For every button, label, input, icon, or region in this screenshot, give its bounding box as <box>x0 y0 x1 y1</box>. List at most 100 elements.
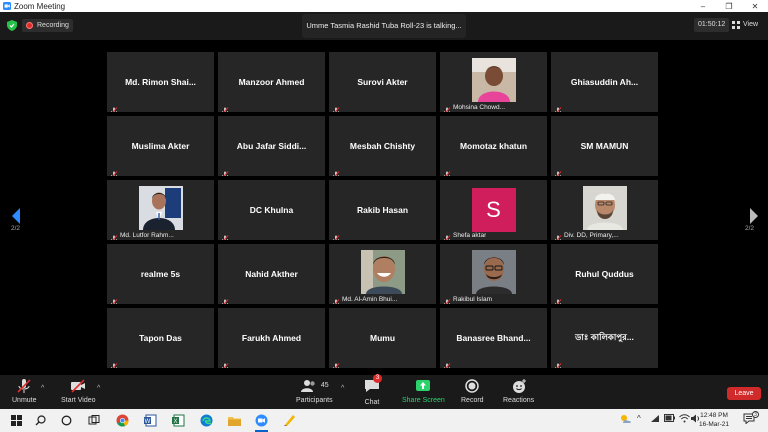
participant-name: Mumu <box>369 333 396 343</box>
participant-tile[interactable]: Rakibul Islam <box>440 244 547 304</box>
muted-mic-icon <box>443 294 451 304</box>
participant-tile[interactable]: realme 5s <box>107 244 214 304</box>
reactions-button[interactable]: Reactions <box>503 377 534 404</box>
zoom-app-icon <box>3 2 11 10</box>
muted-mic-icon <box>221 358 229 368</box>
participant-tile[interactable]: Rakib Hasan <box>329 180 436 240</box>
window-title: Zoom Meeting <box>14 1 66 11</box>
participant-name: Mesbah Chishty <box>349 141 416 151</box>
muted-mic-icon <box>221 294 229 304</box>
meeting-toolbar: Unmute ^ Start Video ^ 45 Participants ^… <box>0 374 768 409</box>
close-button[interactable]: ✕ <box>742 2 768 11</box>
participant-tile[interactable]: Momotaz khatun <box>440 116 547 176</box>
start-icon[interactable] <box>8 412 25 429</box>
muted-mic-icon <box>554 358 562 368</box>
clock-time: 12:48 PM <box>700 412 728 419</box>
taskview-icon[interactable] <box>85 412 102 429</box>
unmute-label: Unmute <box>12 397 37 404</box>
share-screen-icon <box>416 380 431 391</box>
view-button[interactable]: View <box>732 18 758 32</box>
muted-mic-icon <box>554 102 562 112</box>
word-icon[interactable]: W <box>142 412 159 429</box>
participant-tile[interactable]: Div. DD, Primary,... <box>551 180 658 240</box>
view-label: View <box>743 21 759 28</box>
participant-tile[interactable]: DC Khulna <box>218 180 325 240</box>
recording-label: Recording <box>37 22 69 29</box>
network-icon[interactable] <box>650 414 660 425</box>
restore-button[interactable]: ❐ <box>716 2 742 11</box>
participants-caret-icon[interactable]: ^ <box>341 385 344 392</box>
active-speaker-banner: Umme Tasmia Rashid Tuba Roll-23 is talki… <box>302 14 466 38</box>
muted-mic-icon <box>332 358 340 368</box>
muted-mic-icon <box>554 166 562 176</box>
participant-tile[interactable]: Muslima Akter <box>107 116 214 176</box>
weather-icon[interactable] <box>620 414 632 426</box>
record-button[interactable]: Record <box>461 377 484 404</box>
audio-options-caret-icon[interactable]: ^ <box>41 385 44 392</box>
participant-tile[interactable]: Banasree Bhand... <box>440 308 547 368</box>
paint-icon[interactable] <box>281 412 298 429</box>
page-indicator-right: 2/2 <box>745 225 755 232</box>
participant-tile[interactable]: Tapon Das <box>107 308 214 368</box>
muted-mic-icon <box>332 166 340 176</box>
participant-tile[interactable]: SM MAMUN <box>551 116 658 176</box>
search-icon[interactable] <box>32 412 49 429</box>
leave-button[interactable]: Leave <box>727 387 761 400</box>
participant-tile[interactable]: Mohsina Chowd... <box>440 52 547 112</box>
excel-icon[interactable]: X <box>170 412 187 429</box>
recording-indicator[interactable]: Recording <box>22 19 73 32</box>
participant-name: Muslima Akter <box>131 141 190 151</box>
minimize-button[interactable]: – <box>690 2 716 11</box>
participants-icon <box>300 380 315 392</box>
participant-tile[interactable]: Farukh Ahmed <box>218 308 325 368</box>
participant-tile[interactable]: ডাঃ কালিকাপুর... <box>551 308 658 368</box>
participant-tile[interactable]: Abu Jafar Siddi... <box>218 116 325 176</box>
participant-tile[interactable]: Md. Lutfor Rahm... <box>107 180 214 240</box>
participant-tile[interactable]: Mumu <box>329 308 436 368</box>
muted-mic-icon <box>110 166 118 176</box>
participant-tile[interactable]: Nahid Akther <box>218 244 325 304</box>
participant-name: ডাঃ কালিকাপুর... <box>575 332 634 342</box>
start-video-button[interactable]: Start Video <box>61 377 96 404</box>
reactions-label: Reactions <box>503 397 535 404</box>
cortana-icon[interactable] <box>58 412 75 429</box>
participant-tile[interactable]: Md. Al-Amin Bhui... <box>329 244 436 304</box>
chat-button[interactable]: 3 Chat <box>363 374 382 406</box>
system-clock[interactable]: 12:48 PM 16-Mar-21 <box>699 411 729 429</box>
wifi-icon[interactable] <box>679 414 690 425</box>
participant-tile[interactable]: Manzoor Ahmed <box>218 52 325 112</box>
muted-mic-icon <box>332 230 340 240</box>
muted-mic-icon <box>221 230 229 240</box>
participant-tile[interactable]: S Shefa aktar <box>440 180 547 240</box>
participant-video-man-smile <box>360 250 405 294</box>
participant-tile[interactable]: Mesbah Chishty <box>329 116 436 176</box>
chat-label: Chat <box>364 399 380 406</box>
encryption-shield-icon[interactable] <box>7 20 17 31</box>
participant-name: Tapon Das <box>139 333 182 343</box>
unmute-button[interactable]: Unmute <box>12 377 37 404</box>
chrome-icon[interactable] <box>114 412 131 429</box>
participant-tile[interactable]: Surovi Akter <box>329 52 436 112</box>
show-hidden-icons-icon[interactable]: ^ <box>637 414 641 423</box>
muted-mic-icon <box>554 230 562 240</box>
participant-name: Farukh Ahmed <box>241 333 302 343</box>
zoom-icon[interactable] <box>253 412 270 432</box>
participants-button[interactable]: 45 Participants <box>296 377 333 404</box>
share-screen-button[interactable]: Share Screen <box>402 377 445 404</box>
participant-tile[interactable]: Ruhul Quddus <box>551 244 658 304</box>
explorer-icon[interactable] <box>226 412 243 429</box>
muted-mic-icon <box>443 166 451 176</box>
participant-name: Abu Jafar Siddi... <box>236 141 307 151</box>
muted-mic-icon <box>443 230 451 240</box>
muted-mic-icon <box>332 102 340 112</box>
participant-caption: Rakibul Islam <box>453 296 493 303</box>
participant-tile[interactable]: Ghiasuddin Ah... <box>551 52 658 112</box>
battery-icon[interactable] <box>664 414 675 424</box>
participant-tile[interactable]: Md. Rimon Shai... <box>107 52 214 112</box>
video-options-caret-icon[interactable]: ^ <box>97 385 100 392</box>
window-title-bar: Zoom Meeting – ❐ ✕ <box>0 0 768 12</box>
svg-text:W: W <box>145 419 151 425</box>
participant-name: realme 5s <box>140 269 181 279</box>
recording-dot-icon <box>26 22 33 29</box>
edge-icon[interactable] <box>198 412 215 429</box>
